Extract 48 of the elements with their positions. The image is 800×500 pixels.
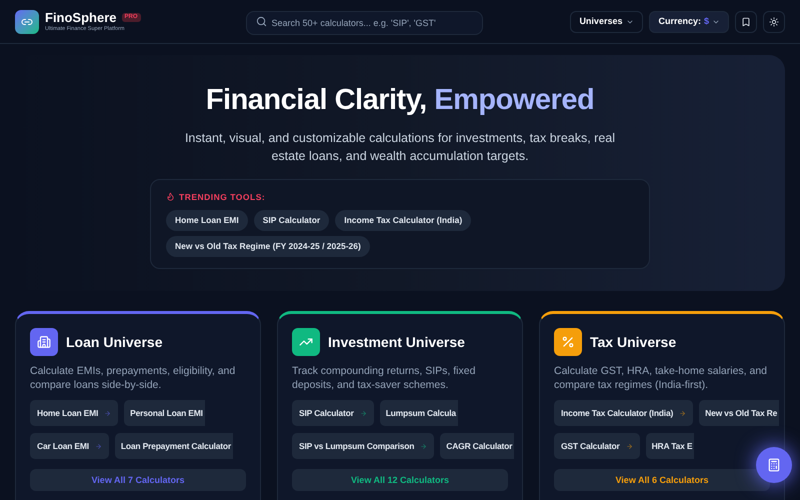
tool-link[interactable]: New vs Old Tax Re: [699, 400, 780, 426]
tool-link[interactable]: Home Loan EMI: [30, 400, 118, 426]
tool-link[interactable]: Loan Prepayment Calculator: [114, 433, 233, 459]
arrow-icon: [104, 410, 112, 416]
tool-link[interactable]: GST Calculator: [554, 433, 640, 459]
hero-title: Financial Clarity, Empowered: [206, 83, 594, 118]
arrow-icon: [420, 442, 428, 450]
flame-icon: [166, 192, 175, 202]
hero-subtitle: Instant, visual, and customizable calculations for investments, tax breaks, real estate loans, and wealth accumulation targets.: [184, 130, 616, 164]
card-title: Tax Universe: [590, 332, 676, 352]
tool-link[interactable]: Income Tax Calculator (India): [554, 400, 694, 426]
trending-chip[interactable]: Income Tax Calculator (India): [335, 210, 472, 232]
card-title: Investment Universe: [328, 332, 465, 352]
sun-icon: [769, 16, 779, 26]
logo-icon: [15, 10, 39, 34]
bookmark-icon: [741, 16, 751, 26]
trending-chip[interactable]: SIP Calculator: [254, 210, 330, 232]
trend-up-icon: [292, 328, 320, 356]
trending-label: TRENDING TOOLS:: [179, 190, 266, 204]
view-all-button[interactable]: View All 6 Calculators: [554, 469, 770, 491]
arrow-icon: [360, 410, 367, 416]
tool-link[interactable]: SIP Calculator: [292, 400, 374, 426]
theme-toggle-button[interactable]: [763, 10, 785, 32]
building-icon: [30, 328, 58, 356]
arrow-icon: [94, 442, 102, 450]
view-all-button[interactable]: View All 12 Calculators: [292, 469, 508, 491]
card-description: Calculate EMIs, prepayments, eligibility, and compare loans side-by-side.: [30, 364, 236, 392]
trending-chip[interactable]: Home Loan EMI: [166, 210, 248, 232]
search-icon: [256, 16, 267, 26]
search-field[interactable]: Search 50+ calculators... e.g. 'SIP', 'GST': [246, 10, 483, 34]
card-title: Loan Universe: [66, 332, 162, 352]
tool-link[interactable]: Lumpsum Calcula: [380, 400, 458, 426]
tool-link[interactable]: Car Loan EMI: [30, 433, 109, 459]
arrow-icon: [626, 442, 633, 450]
calculator-icon: [767, 458, 781, 472]
tool-link[interactable]: CAGR Calculator: [440, 433, 514, 459]
card-description: Track compounding returns, SIPs, fixed deposits, and tax-saver schemes.: [292, 364, 476, 392]
percent-icon: [554, 328, 582, 356]
bookmark-button[interactable]: [735, 10, 757, 32]
brand-name: FinoSphere: [45, 10, 117, 25]
tool-link[interactable]: HRA Tax E: [646, 433, 694, 459]
arrow-icon: [679, 410, 686, 416]
card-description: Calculate GST, HRA, take-home salaries, and compare tax regimes (India-first).: [554, 364, 768, 392]
tool-link[interactable]: SIP vs Lumpsum Comparison: [292, 433, 434, 459]
currency-selector[interactable]: Currency: $: [649, 10, 729, 32]
universes-menu[interactable]: Universes: [570, 10, 644, 32]
tool-link[interactable]: Personal Loan EMI: [124, 400, 205, 426]
trending-chip[interactable]: New vs Old Tax Regime (FY 2024-25 / 2025-26): [166, 236, 370, 258]
